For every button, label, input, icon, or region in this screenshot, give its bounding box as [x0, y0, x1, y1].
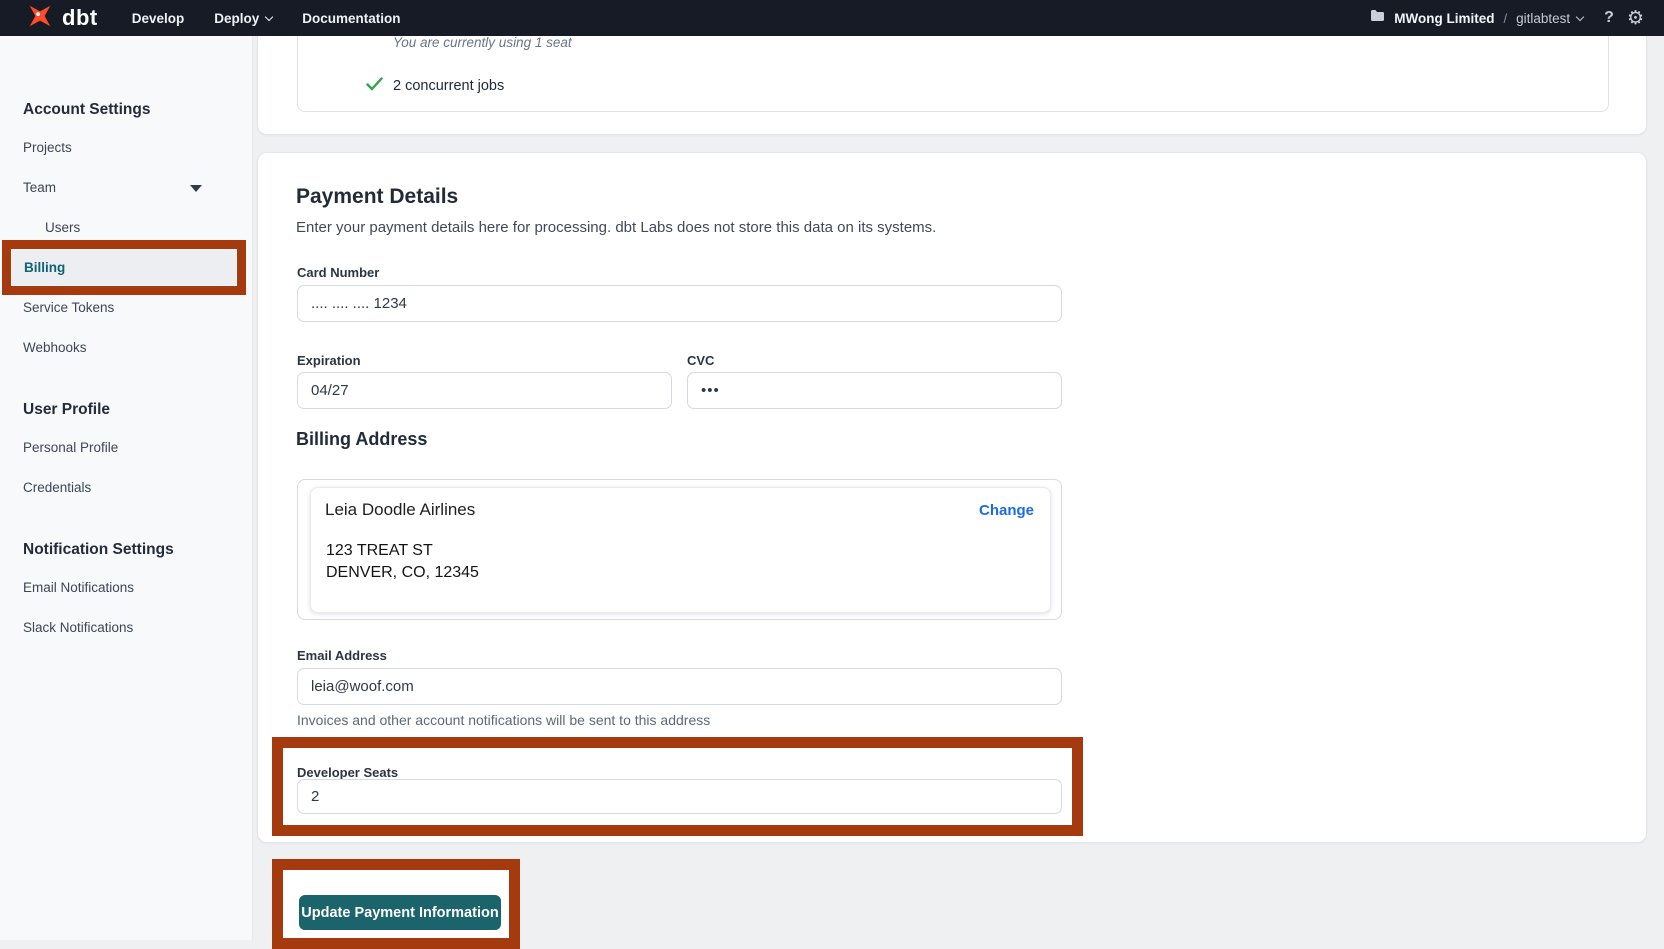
email-address-input[interactable]: [297, 668, 1062, 705]
dbt-logo[interactable]: dbt: [26, 2, 98, 35]
chevron-down-icon: [1576, 12, 1584, 20]
card-number-label: Card Number: [297, 265, 379, 280]
billing-address-heading: Billing Address: [296, 429, 427, 450]
card-number-input[interactable]: [297, 285, 1062, 322]
nav-item-documentation[interactable]: Documentation: [302, 11, 400, 26]
billing-address-lines: 123 TREAT ST DENVER, CO, 12345: [326, 540, 479, 584]
sidebar-item-projects[interactable]: Projects: [0, 140, 252, 156]
project-selector[interactable]: gitlabtest: [1516, 11, 1583, 26]
cvc-label: CVC: [687, 353, 714, 368]
update-payment-button[interactable]: Update Payment Information: [299, 895, 501, 930]
email-address-label: Email Address: [297, 648, 387, 663]
email-helper-text: Invoices and other account notifications…: [297, 712, 710, 728]
top-nav: dbt Develop Deploy Documentation MWong L…: [0, 0, 1664, 36]
nav-item-deploy[interactable]: Deploy: [214, 11, 272, 26]
sidebar-item-email-notifications[interactable]: Email Notifications: [0, 580, 252, 596]
payment-details-description: Enter your payment details here for proc…: [296, 219, 936, 236]
brand-name: dbt: [62, 5, 98, 31]
cvc-input[interactable]: [687, 372, 1062, 409]
annotation-box-update-button: Update Payment Information: [272, 859, 520, 949]
sidebar-item-credentials[interactable]: Credentials: [0, 480, 252, 496]
expiration-input[interactable]: [297, 372, 672, 409]
nav-right: MWong Limited / gitlabtest ? ⚙: [1370, 9, 1644, 28]
sidebar: Account Settings Projects Team Users Bil…: [0, 36, 253, 940]
expiration-label: Expiration: [297, 353, 361, 368]
sidebar-item-service-tokens[interactable]: Service Tokens: [0, 300, 252, 316]
chevron-down-icon: [265, 12, 273, 20]
seat-usage-note: You are currently using 1 seat: [393, 35, 572, 50]
sidebar-item-billing[interactable]: Billing: [11, 249, 237, 286]
caret-down-icon: [190, 185, 202, 192]
billing-address-line1: 123 TREAT ST: [326, 540, 479, 562]
sidebar-heading-notification-settings: Notification Settings: [0, 541, 252, 559]
developer-seats-input[interactable]: [297, 779, 1062, 814]
annotation-box-billing: Billing: [2, 240, 246, 295]
folder-icon: [1370, 9, 1385, 27]
billing-address-line2: DENVER, CO, 12345: [326, 562, 479, 584]
account-name[interactable]: MWong Limited: [1394, 11, 1494, 26]
plan-feature-text: 2 concurrent jobs: [393, 78, 504, 94]
payment-details-title: Payment Details: [296, 185, 458, 209]
billing-address-company: Leia Doodle Airlines: [325, 500, 475, 520]
billing-address-card: Leia Doodle Airlines Change 123 TREAT ST…: [310, 487, 1051, 613]
sidebar-item-team[interactable]: Team: [0, 180, 252, 196]
change-address-link[interactable]: Change: [979, 502, 1034, 519]
billing-address-box: Leia Doodle Airlines Change 123 TREAT ST…: [297, 479, 1062, 620]
nav-menu: Develop Deploy Documentation: [132, 11, 401, 26]
payment-details-card: Payment Details Enter your payment detai…: [257, 152, 1647, 843]
sidebar-heading-user-profile: User Profile: [0, 401, 252, 419]
dbt-logo-icon: [26, 2, 54, 35]
sidebar-item-slack-notifications[interactable]: Slack Notifications: [0, 620, 252, 636]
sidebar-item-users[interactable]: Users: [0, 220, 252, 236]
sidebar-item-webhooks[interactable]: Webhooks: [0, 340, 252, 356]
breadcrumb-separator: /: [1504, 11, 1508, 26]
sidebar-item-personal-profile[interactable]: Personal Profile: [0, 440, 252, 456]
help-icon[interactable]: ?: [1604, 9, 1614, 27]
gear-icon[interactable]: ⚙: [1627, 9, 1644, 28]
developer-seats-label: Developer Seats: [297, 765, 398, 780]
page: You are currently using 1 seat 2 concurr…: [0, 0, 1664, 940]
check-icon: [366, 77, 383, 96]
nav-item-develop[interactable]: Develop: [132, 11, 185, 26]
sidebar-heading-account-settings: Account Settings: [0, 36, 252, 119]
